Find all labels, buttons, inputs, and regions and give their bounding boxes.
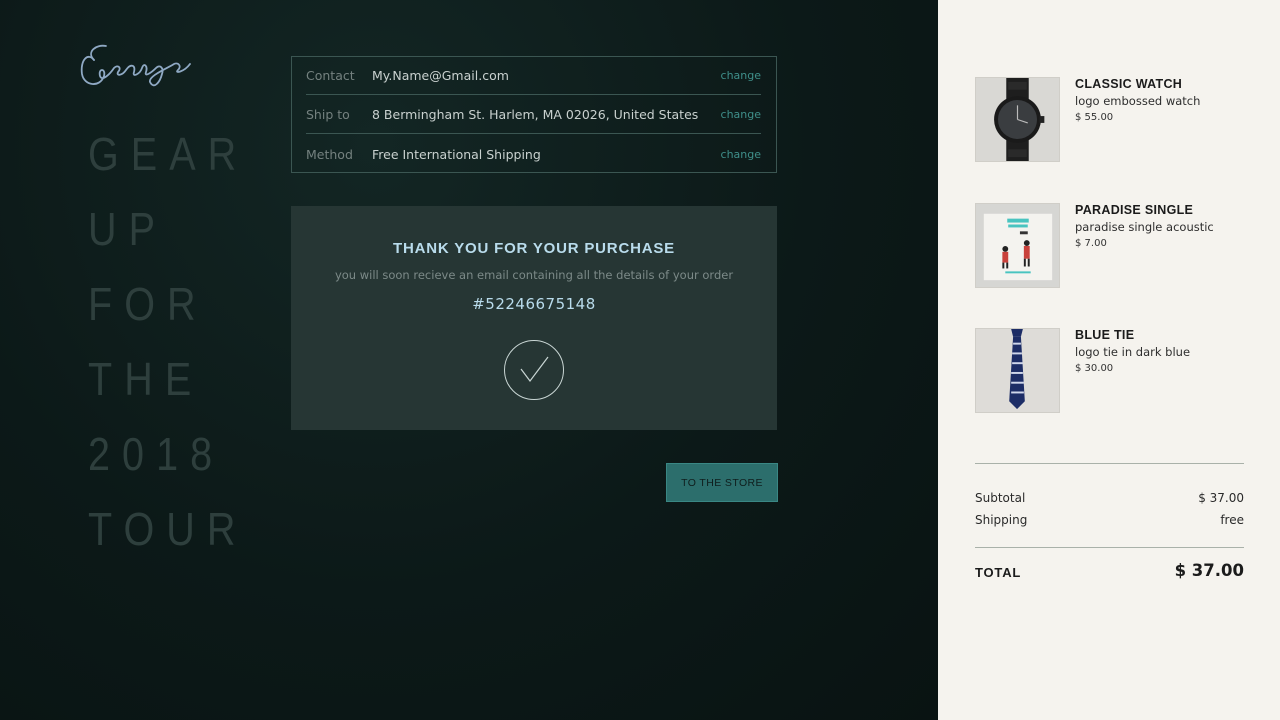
cart-item-price: $ 30.00 xyxy=(1075,363,1114,374)
confirmation-subtitle: you will soon recieve an email containin… xyxy=(334,268,734,282)
tagline-line: 2018 xyxy=(88,428,225,480)
cart-item[interactable]: BLUE TIE logo tie in dark blue $ 30.00 xyxy=(975,328,1245,413)
shipping-row: Shipping free xyxy=(975,513,1244,527)
method-label: Method xyxy=(306,146,353,162)
to-the-store-button[interactable]: TO THE STORE xyxy=(666,463,778,502)
cart-item-name: CLASSIC WATCH xyxy=(1075,77,1183,91)
tagline-line: GEAR xyxy=(88,128,249,180)
cart-item-name: BLUE TIE xyxy=(1075,328,1135,342)
tagline-line: UP xyxy=(88,203,168,255)
cart-item-description: paradise single acoustic xyxy=(1075,220,1214,234)
cart-item-name: PARADISE SINGLE xyxy=(1075,203,1194,217)
subtotal-row: Subtotal $ 37.00 xyxy=(975,491,1244,505)
total-label: TOTAL xyxy=(975,565,1022,580)
george-logo[interactable] xyxy=(78,38,198,94)
contact-row: Contact My.Name@Gmail.com change xyxy=(306,57,761,95)
change-method-link[interactable]: change xyxy=(721,148,761,161)
tagline-line: THE xyxy=(88,353,204,405)
cart-item-price: $ 55.00 xyxy=(1075,112,1114,123)
checkout-main-pane: GEAR UP FOR THE 2018 TOUR Contact My.Nam… xyxy=(0,0,938,720)
watch-icon xyxy=(975,77,1060,162)
subtotal-label: Subtotal xyxy=(975,491,1026,505)
total-value: $ 37.00 xyxy=(1174,561,1244,580)
cart-item[interactable]: PARADISE SINGLE paradise single acoustic… xyxy=(975,203,1245,288)
album-cover-icon xyxy=(975,203,1060,288)
contact-value: My.Name@Gmail.com xyxy=(372,68,509,83)
cart-item-description: logo embossed watch xyxy=(1075,94,1201,108)
confirmation-title: THANK YOU FOR YOUR PURCHASE xyxy=(393,240,675,257)
change-ship-to-link[interactable]: change xyxy=(721,108,761,121)
ship-to-value: 8 Bermingham St. Harlem, MA 02026, Unite… xyxy=(372,107,699,122)
cart-item[interactable]: CLASSIC WATCH logo embossed watch $ 55.0… xyxy=(975,77,1245,162)
shipping-label: Shipping xyxy=(975,513,1028,527)
subtotal-value: $ 37.00 xyxy=(1198,491,1244,505)
total-divider xyxy=(975,547,1244,548)
ship-to-label: Ship to xyxy=(306,107,350,122)
method-row: Method Free International Shipping chang… xyxy=(306,135,761,173)
cart-item-description: logo tie in dark blue xyxy=(1075,345,1191,359)
cart-item-price: $ 7.00 xyxy=(1075,238,1107,249)
ship-to-row: Ship to 8 Bermingham St. Harlem, MA 0202… xyxy=(306,96,761,134)
checkmark-circle-icon xyxy=(504,340,564,400)
tour-tagline: GEAR UP FOR THE 2018 TOUR xyxy=(88,128,274,578)
purchase-confirmation-panel: THANK YOU FOR YOUR PURCHASE you will soo… xyxy=(291,206,777,430)
tagline-line: FOR xyxy=(88,278,208,330)
contact-label: Contact xyxy=(306,68,355,83)
tagline-line: TOUR xyxy=(88,503,248,555)
order-info-summary: Contact My.Name@Gmail.com change Ship to… xyxy=(291,56,777,173)
change-contact-link[interactable]: change xyxy=(721,69,761,82)
method-value: Free International Shipping xyxy=(372,146,541,162)
summary-divider xyxy=(975,463,1244,464)
shipping-value: free xyxy=(1220,513,1244,527)
order-summary-sidebar: CLASSIC WATCH logo embossed watch $ 55.0… xyxy=(938,0,1280,720)
tie-icon xyxy=(975,328,1060,413)
order-number: #52246675148 xyxy=(472,295,596,313)
